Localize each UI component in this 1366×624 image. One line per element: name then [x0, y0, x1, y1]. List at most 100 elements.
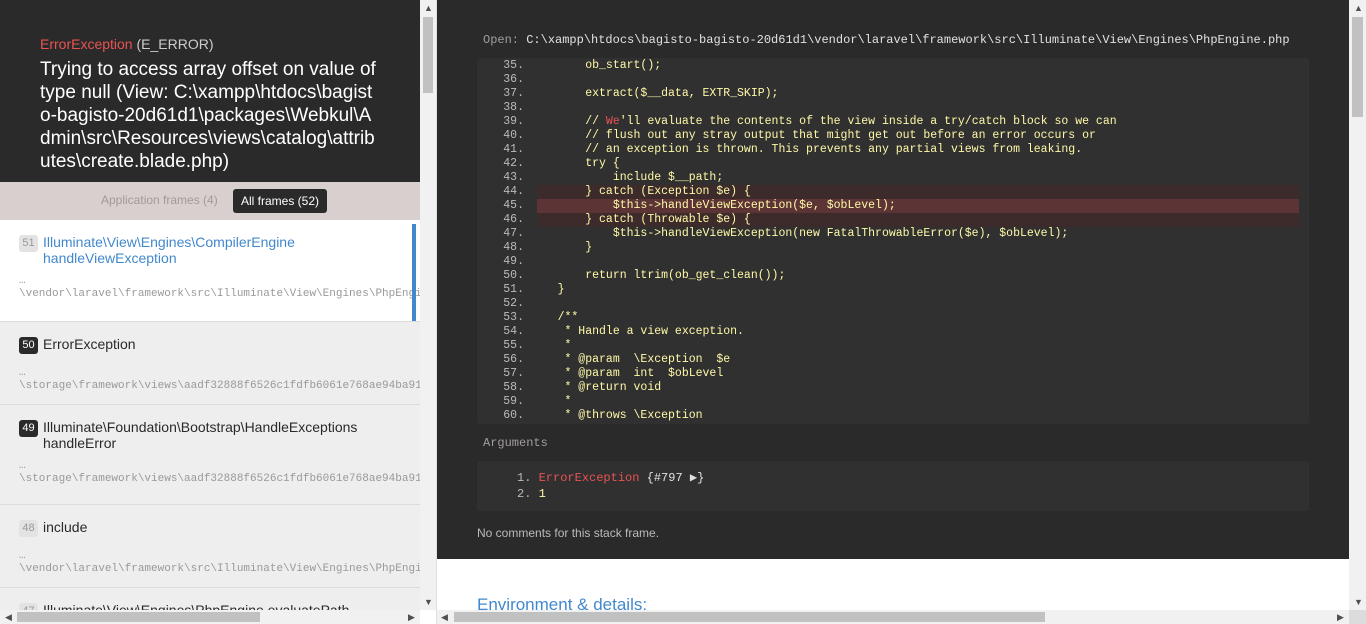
frame-class: Illuminate\Foundation\Bootstrap\HandleEx…: [43, 419, 358, 435]
frame-titles: include: [43, 519, 393, 535]
open-file-link[interactable]: Open: C:\xampp\htdocs\bagisto-bagisto-20…: [483, 33, 1290, 47]
exception-type: ErrorException (E_ERROR): [40, 36, 380, 52]
frames-list: 51 Illuminate\View\Engines\CompilerEngine…: [0, 220, 420, 610]
code-line-text: }: [530, 241, 593, 254]
frame-class: Illuminate\View\Engines\PhpEngine evalua…: [43, 602, 350, 610]
frame-titles: Illuminate\View\Engines\PhpEngine evalua…: [43, 602, 393, 610]
code-line: 56. * @param \Exception $e: [477, 353, 1309, 367]
frame-titles: Illuminate\View\Engines\CompilerEngine ha…: [43, 234, 393, 266]
frame-item[interactable]: 47 Illuminate\View\Engines\PhpEngine eval…: [0, 588, 420, 610]
code-line-text: $this->handleViewException($e, $obLevel)…: [530, 199, 896, 212]
code-line: 41. // an exception is thrown. This prev…: [477, 143, 1309, 157]
environment-details-title: Environment & details:: [477, 595, 648, 610]
code-line-text: * @return void: [530, 381, 662, 394]
code-line-number: 45.: [503, 199, 524, 212]
code-line: 42. try {: [477, 157, 1309, 171]
code-line-text: /**: [530, 311, 579, 324]
arguments-label: Arguments: [483, 436, 548, 450]
code-line: 60. * @throws \Exception: [477, 409, 1309, 423]
scroll-right-arrow-icon[interactable]: ▶: [1337, 612, 1344, 623]
code-line: 40. // flush out any stray output that m…: [477, 129, 1309, 143]
code-line: 54. * Handle a view exception.: [477, 325, 1309, 339]
code-line-number: 40.: [503, 129, 524, 142]
frame-index: 50: [19, 337, 38, 354]
frame-method: handleViewException: [43, 250, 177, 266]
scroll-up-arrow-icon[interactable]: ▲: [424, 3, 433, 13]
frame-titles: Illuminate\Foundation\Bootstrap\HandleEx…: [43, 419, 393, 451]
scroll-left-arrow-icon[interactable]: ◀: [5, 612, 12, 623]
code-line: 58. * @return void: [477, 381, 1309, 395]
code-line-number: 56.: [503, 353, 524, 366]
code-line-text: $this->handleViewException(new FatalThro…: [530, 227, 1069, 240]
frame-class: include: [43, 519, 88, 535]
code-line-text: } catch (Exception $e) {: [530, 185, 751, 198]
code-line-text: * @param \Exception $e: [530, 353, 731, 366]
code-line-number: 41.: [503, 143, 524, 156]
frame-file-path: \storage\framework\views\aadf32888f6526c…: [19, 380, 420, 392]
code-line-text: ob_start();: [530, 59, 662, 72]
code-line: 37. extract($__data, EXTR_SKIP);: [477, 87, 1309, 101]
code-line: 45. $this->handleViewException($e, $obLe…: [477, 199, 1309, 213]
code-line: 43. include $__path;: [477, 171, 1309, 185]
argument-item: 1. ErrorException {#797 ▶}: [517, 471, 704, 486]
code-line-number: 58.: [503, 381, 524, 394]
frames-horizontal-scroll-thumb[interactable]: [17, 612, 260, 622]
code-line-number: 53.: [503, 311, 524, 324]
code-line-number: 51.: [503, 283, 524, 296]
exception-class: ErrorException: [40, 36, 133, 52]
frame-class: ErrorException: [43, 336, 136, 352]
code-line-number: 36.: [503, 73, 524, 86]
frame-item[interactable]: 50 ErrorException … \storage\framework\vi…: [0, 322, 420, 405]
frame-file-path: \vendor\laravel\framework\src\Illuminate…: [19, 288, 420, 300]
code-line: 44. } catch (Exception $e) {: [477, 185, 1309, 199]
code-line-text: try {: [530, 157, 620, 170]
code-line: 57. * @param int $obLevel: [477, 367, 1309, 381]
scrollbar-corner: [1349, 610, 1366, 624]
page-vertical-scroll-thumb[interactable]: [1352, 17, 1363, 117]
frame-dots: …: [19, 550, 26, 562]
code-line-number: 44.: [503, 185, 524, 198]
code-line-number: 46.: [503, 213, 524, 226]
argument-value: 1: [538, 487, 546, 501]
code-snippet: 35. ob_start(); 36. 37. extract($__data, E…: [477, 58, 1309, 424]
page-horizontal-scroll-thumb[interactable]: [454, 612, 1045, 622]
no-comments-text: No comments for this stack frame.: [477, 526, 660, 540]
code-line: 46. } catch (Throwable $e) {: [477, 213, 1309, 227]
frame-item[interactable]: 51 Illuminate\View\Engines\CompilerEngine…: [0, 220, 420, 322]
code-line: 48. }: [477, 241, 1309, 255]
code-line-number: 50.: [503, 269, 524, 282]
code-line: 59. *: [477, 395, 1309, 409]
code-line-text: * @param int $obLevel: [530, 367, 724, 380]
application-frames-filter[interactable]: Application frames (4): [101, 193, 218, 207]
scroll-down-arrow-icon[interactable]: ▼: [424, 597, 433, 607]
code-line-number: 52.: [503, 297, 524, 310]
frame-item[interactable]: 48 include … \vendor\laravel\framework\sr…: [0, 505, 420, 588]
code-line-text: include $__path;: [530, 171, 724, 184]
code-line-text: // flush out any stray output that might…: [530, 129, 1096, 142]
scroll-left-arrow-icon[interactable]: ◀: [441, 612, 448, 623]
scroll-down-arrow-icon[interactable]: ▼: [1354, 597, 1363, 607]
frames-vertical-scroll-thumb[interactable]: [423, 17, 433, 93]
code-line-number: 49.: [503, 255, 524, 268]
frame-item[interactable]: 49 Illuminate\Foundation\Bootstrap\Handle…: [0, 405, 420, 505]
scroll-right-arrow-icon[interactable]: ▶: [408, 612, 415, 623]
frame-titles: ErrorException: [43, 336, 393, 352]
all-frames-filter[interactable]: All frames (52): [233, 189, 328, 213]
exception-code: (E_ERROR): [136, 36, 214, 52]
frame-index: 48: [19, 520, 38, 537]
code-line: 52.: [477, 297, 1309, 311]
frame-class: Illuminate\View\Engines\CompilerEngine: [43, 234, 295, 250]
exception-header: ErrorException (E_ERROR) Trying to acces…: [0, 0, 420, 182]
code-line-text: // We'll evaluate the contents of the vi…: [530, 115, 1117, 128]
code-line-number: 43.: [503, 171, 524, 184]
scroll-up-arrow-icon[interactable]: ▲: [1354, 3, 1363, 13]
code-line-number: 48.: [503, 241, 524, 254]
code-line-number: 47.: [503, 227, 524, 240]
code-line-number: 60.: [503, 409, 524, 422]
exception-message: Trying to access array offset on value o…: [40, 59, 376, 172]
frame-dots: …: [19, 275, 26, 287]
code-line: 55. *: [477, 339, 1309, 353]
code-line: 47. $this->handleViewException(new Fatal…: [477, 227, 1309, 241]
argument-ref-toggle[interactable]: {#797 ▶}: [647, 471, 705, 485]
argument-index: 2.: [517, 487, 532, 501]
